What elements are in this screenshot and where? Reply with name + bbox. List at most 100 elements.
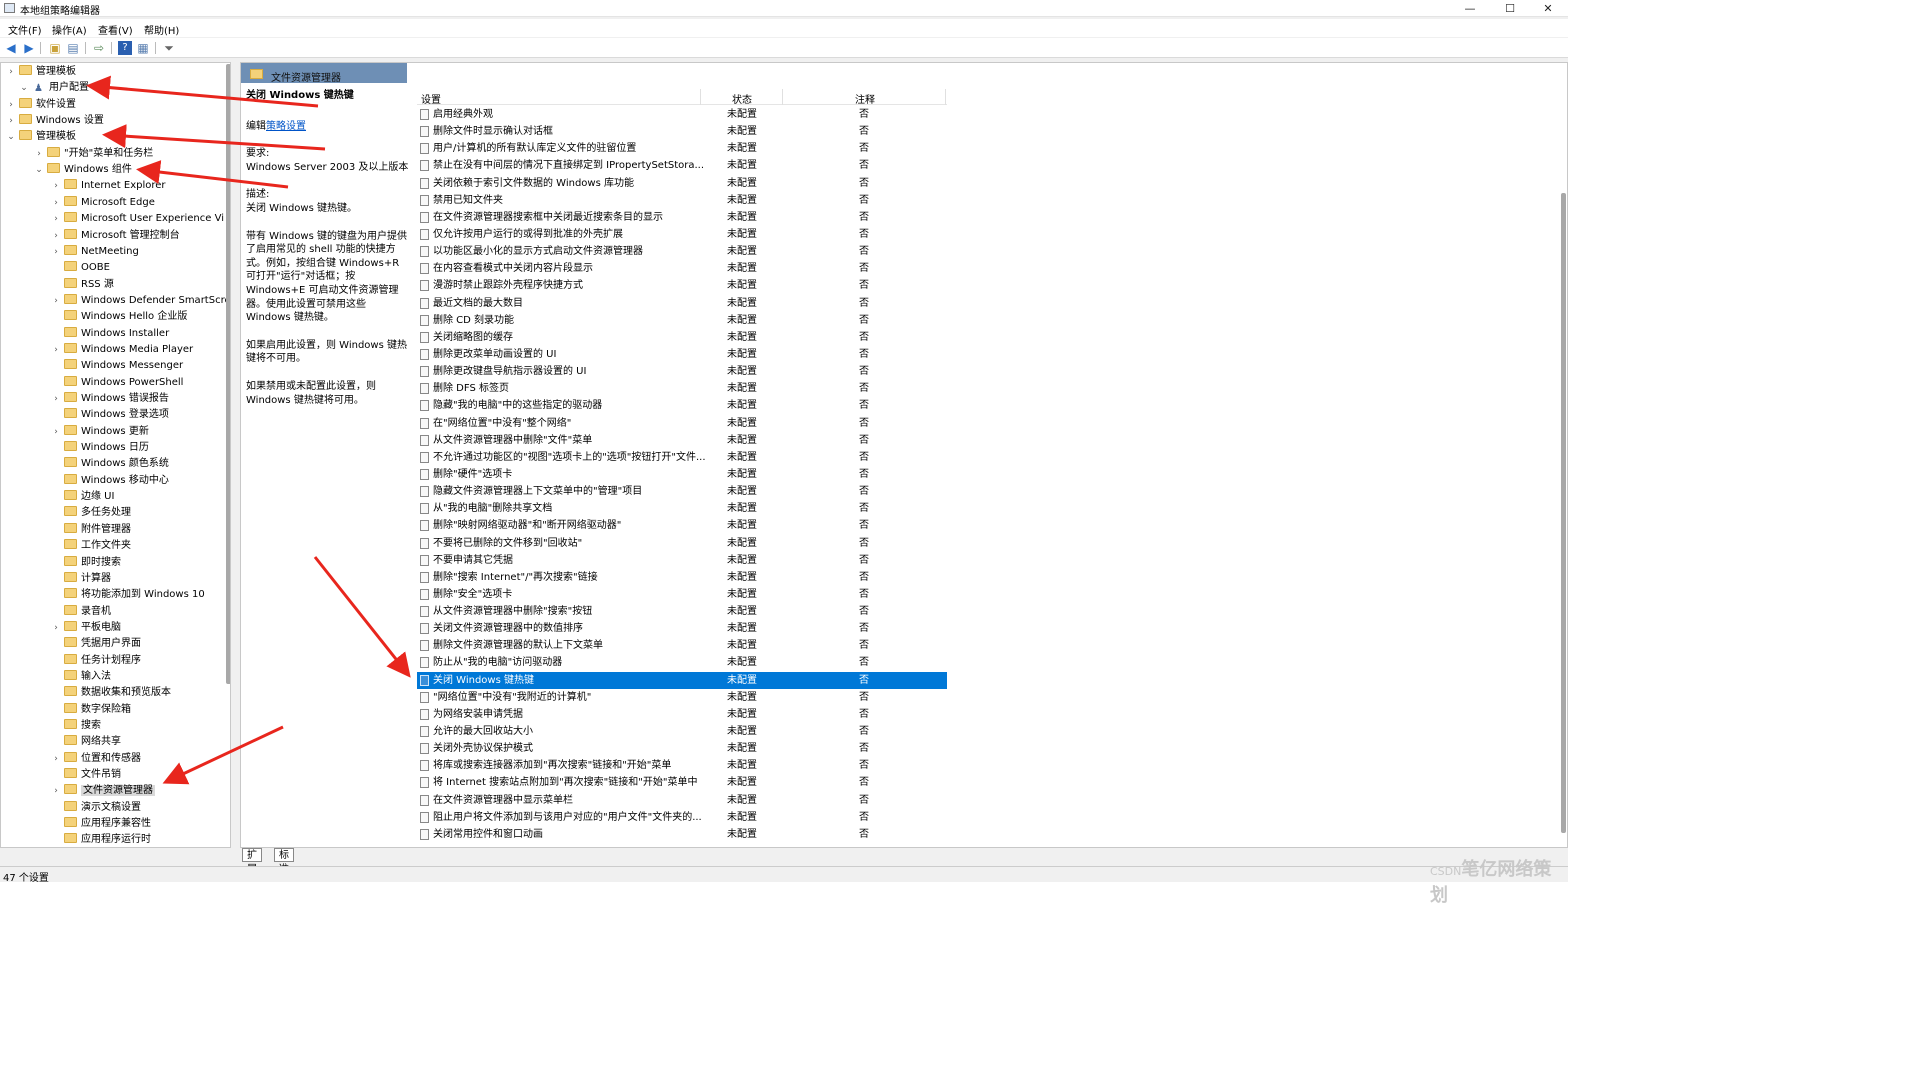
setting-row[interactable]: 禁用已知文件夹 未配置 否: [417, 192, 947, 209]
setting-row[interactable]: 关闭依赖于索引文件数据的 Windows 库功能 未配置 否: [417, 175, 947, 192]
tree-node[interactable]: › Microsoft 管理控制台: [51, 228, 180, 244]
chevron-right-icon[interactable]: ›: [6, 97, 16, 113]
setting-row[interactable]: 在文件资源管理器搜索框中关闭最近搜索条目的显示 未配置 否: [417, 209, 947, 226]
tree-node[interactable]: › Windows 更新: [51, 424, 149, 440]
column-divider[interactable]: [782, 89, 783, 105]
setting-row[interactable]: 关闭常用控件和窗口动画 未配置 否: [417, 826, 947, 843]
column-setting[interactable]: 设置: [421, 91, 441, 106]
chevron-right-icon[interactable]: ›: [51, 244, 61, 260]
setting-row[interactable]: 删除文件时显示确认对话框 未配置 否: [417, 123, 947, 140]
setting-row[interactable]: "网络位置"中没有"我附近的计算机" 未配置 否: [417, 689, 947, 706]
tree-node[interactable]: › 文件资源管理器: [51, 783, 155, 799]
tree-node[interactable]: 输入法: [51, 669, 111, 685]
setting-row[interactable]: 在文件资源管理器中显示菜单栏 未配置 否: [417, 792, 947, 809]
tree-node[interactable]: › Windows 设置: [6, 113, 104, 129]
tree-node[interactable]: OOBE: [51, 260, 110, 276]
tree-node[interactable]: Windows 日历: [51, 440, 149, 456]
setting-row[interactable]: 阻止用户将文件添加到与该用户对应的"用户文件"文件夹的... 未配置 否: [417, 809, 947, 826]
setting-row[interactable]: 关闭缩略图的缓存 未配置 否: [417, 329, 947, 346]
tree-node[interactable]: 网络共享: [51, 734, 121, 750]
tree-node[interactable]: 凭据用户界面: [51, 636, 141, 652]
setting-row[interactable]: 将 Internet 搜索站点附加到"再次搜索"链接和"开始"菜单中 未配置 否: [417, 774, 947, 791]
setting-row[interactable]: 删除更改键盘导航指示器设置的 UI 未配置 否: [417, 363, 947, 380]
setting-row[interactable]: 为网络安装申请凭据 未配置 否: [417, 706, 947, 723]
tree-node[interactable]: 应用程序运行时: [51, 832, 151, 847]
tree-node[interactable]: 即时搜索: [51, 555, 121, 571]
setting-row[interactable]: 关闭 Windows 键热键 未配置 否: [417, 671, 947, 689]
setting-row[interactable]: 禁止在没有中间层的情况下直接绑定到 IPropertySetStora... 未配…: [417, 157, 947, 174]
setting-row[interactable]: 不要将已删除的文件移到"回收站" 未配置 否: [417, 535, 947, 552]
setting-row[interactable]: 删除"硬件"选项卡 未配置 否: [417, 466, 947, 483]
tree-node[interactable]: Windows Messenger: [51, 358, 183, 374]
setting-row[interactable]: 从"我的电脑"删除共享文档 未配置 否: [417, 500, 947, 517]
setting-row[interactable]: 从文件资源管理器中删除"搜索"按钮 未配置 否: [417, 603, 947, 620]
setting-row[interactable]: 仅允许按用户运行的或得到批准的外壳扩展 未配置 否: [417, 226, 947, 243]
tree-node[interactable]: › 位置和传感器: [51, 751, 141, 767]
settings-scrollbar[interactable]: [1561, 193, 1566, 833]
setting-row[interactable]: 不要申请其它凭据 未配置 否: [417, 552, 947, 569]
tree-node[interactable]: 附件管理器: [51, 522, 131, 538]
setting-row[interactable]: 删除 CD 刻录功能 未配置 否: [417, 312, 947, 329]
chevron-right-icon[interactable]: ›: [51, 211, 61, 227]
tree-node[interactable]: 任务计划程序: [51, 653, 141, 669]
close-button[interactable]: ✕: [1528, 0, 1568, 17]
chevron-right-icon[interactable]: ›: [51, 178, 61, 194]
tree-node[interactable]: 将功能添加到 Windows 10: [51, 587, 205, 603]
tree-node[interactable]: › Windows 错误报告: [51, 391, 169, 407]
setting-row[interactable]: 在内容查看模式中关闭内容片段显示 未配置 否: [417, 260, 947, 277]
tree-node[interactable]: › 管理模板: [6, 64, 76, 80]
tree-node[interactable]: 多任务处理: [51, 505, 131, 521]
chevron-right-icon[interactable]: ›: [51, 783, 61, 799]
tree-node[interactable]: 搜索: [51, 718, 101, 734]
tree-node[interactable]: Windows PowerShell: [51, 375, 183, 391]
setting-row[interactable]: 在"网络位置"中没有"整个网络" 未配置 否: [417, 415, 947, 432]
chevron-down-icon[interactable]: ⌄: [34, 162, 44, 178]
tree-node[interactable]: › Windows Defender SmartScre: [51, 293, 230, 309]
tree-node[interactable]: RSS 源: [51, 277, 114, 293]
tree-node[interactable]: Windows 移动中心: [51, 473, 169, 489]
tree-node[interactable]: ⌄ 管理模板: [6, 129, 76, 145]
setting-row[interactable]: 删除更改菜单动画设置的 UI 未配置 否: [417, 346, 947, 363]
chevron-right-icon[interactable]: ›: [51, 391, 61, 407]
chevron-right-icon[interactable]: ›: [51, 228, 61, 244]
tree-node[interactable]: 计算器: [51, 571, 111, 587]
edit-policy-link[interactable]: 策略设置: [266, 121, 306, 132]
menu-view[interactable]: 查看(V): [98, 22, 133, 37]
column-state[interactable]: 状态: [732, 91, 752, 106]
tab-standard[interactable]: 标准: [274, 848, 294, 875]
setting-row[interactable]: 防止从"我的电脑"访问驱动器 未配置 否: [417, 654, 947, 671]
export-list-icon[interactable]: ⇨: [92, 41, 106, 55]
tree-node[interactable]: 应用程序兼容性: [51, 816, 151, 832]
menu-help[interactable]: 帮助(H): [144, 22, 179, 37]
filter-icon[interactable]: ⏷: [162, 41, 176, 55]
maximize-button[interactable]: ☐: [1490, 0, 1530, 17]
chevron-right-icon[interactable]: ›: [51, 751, 61, 767]
chevron-right-icon[interactable]: ›: [51, 293, 61, 309]
setting-row[interactable]: 删除"搜索 Internet"/"再次搜索"链接 未配置 否: [417, 569, 947, 586]
chevron-right-icon[interactable]: ›: [51, 424, 61, 440]
chevron-down-icon[interactable]: ⌄: [6, 129, 16, 145]
setting-row[interactable]: 不允许通过功能区的"视图"选项卡上的"选项"按钮打开"文件... 未配置 否: [417, 449, 947, 466]
chevron-down-icon[interactable]: ⌄: [19, 80, 29, 96]
tree-node[interactable]: 数据收集和预览版本: [51, 685, 171, 701]
tree-node[interactable]: Windows Installer: [51, 326, 169, 342]
tree-node[interactable]: › "开始"菜单和任务栏: [34, 146, 153, 162]
chevron-right-icon[interactable]: ›: [6, 64, 16, 80]
tree-node[interactable]: 数字保险箱: [51, 702, 131, 718]
setting-row[interactable]: 隐藏文件资源管理器上下文菜单中的"管理"项目 未配置 否: [417, 483, 947, 500]
tree-node[interactable]: 工作文件夹: [51, 538, 131, 554]
setting-row[interactable]: 删除"映射网络驱动器"和"断开网络驱动器" 未配置 否: [417, 517, 947, 534]
setting-row[interactable]: 关闭文件资源管理器中的数值排序 未配置 否: [417, 620, 947, 637]
menu-action[interactable]: 操作(A): [52, 22, 87, 37]
tree-node[interactable]: › Microsoft User Experience Vi: [51, 211, 224, 227]
tree-node[interactable]: › NetMeeting: [51, 244, 139, 260]
tree-node[interactable]: 录音机: [51, 604, 111, 620]
tree-node[interactable]: Windows 登录选项: [51, 407, 169, 423]
forward-arrow-icon[interactable]: ▶: [22, 41, 36, 55]
minimize-button[interactable]: —: [1450, 0, 1490, 17]
setting-row[interactable]: 漫游时禁止跟踪外壳程序快捷方式 未配置 否: [417, 277, 947, 294]
setting-row[interactable]: 以功能区最小化的显示方式启动文件资源管理器 未配置 否: [417, 243, 947, 260]
tree-node[interactable]: 演示文稿设置: [51, 800, 141, 816]
tree-node[interactable]: › 平板电脑: [51, 620, 121, 636]
setting-row[interactable]: 允许的最大回收站大小 未配置 否: [417, 723, 947, 740]
